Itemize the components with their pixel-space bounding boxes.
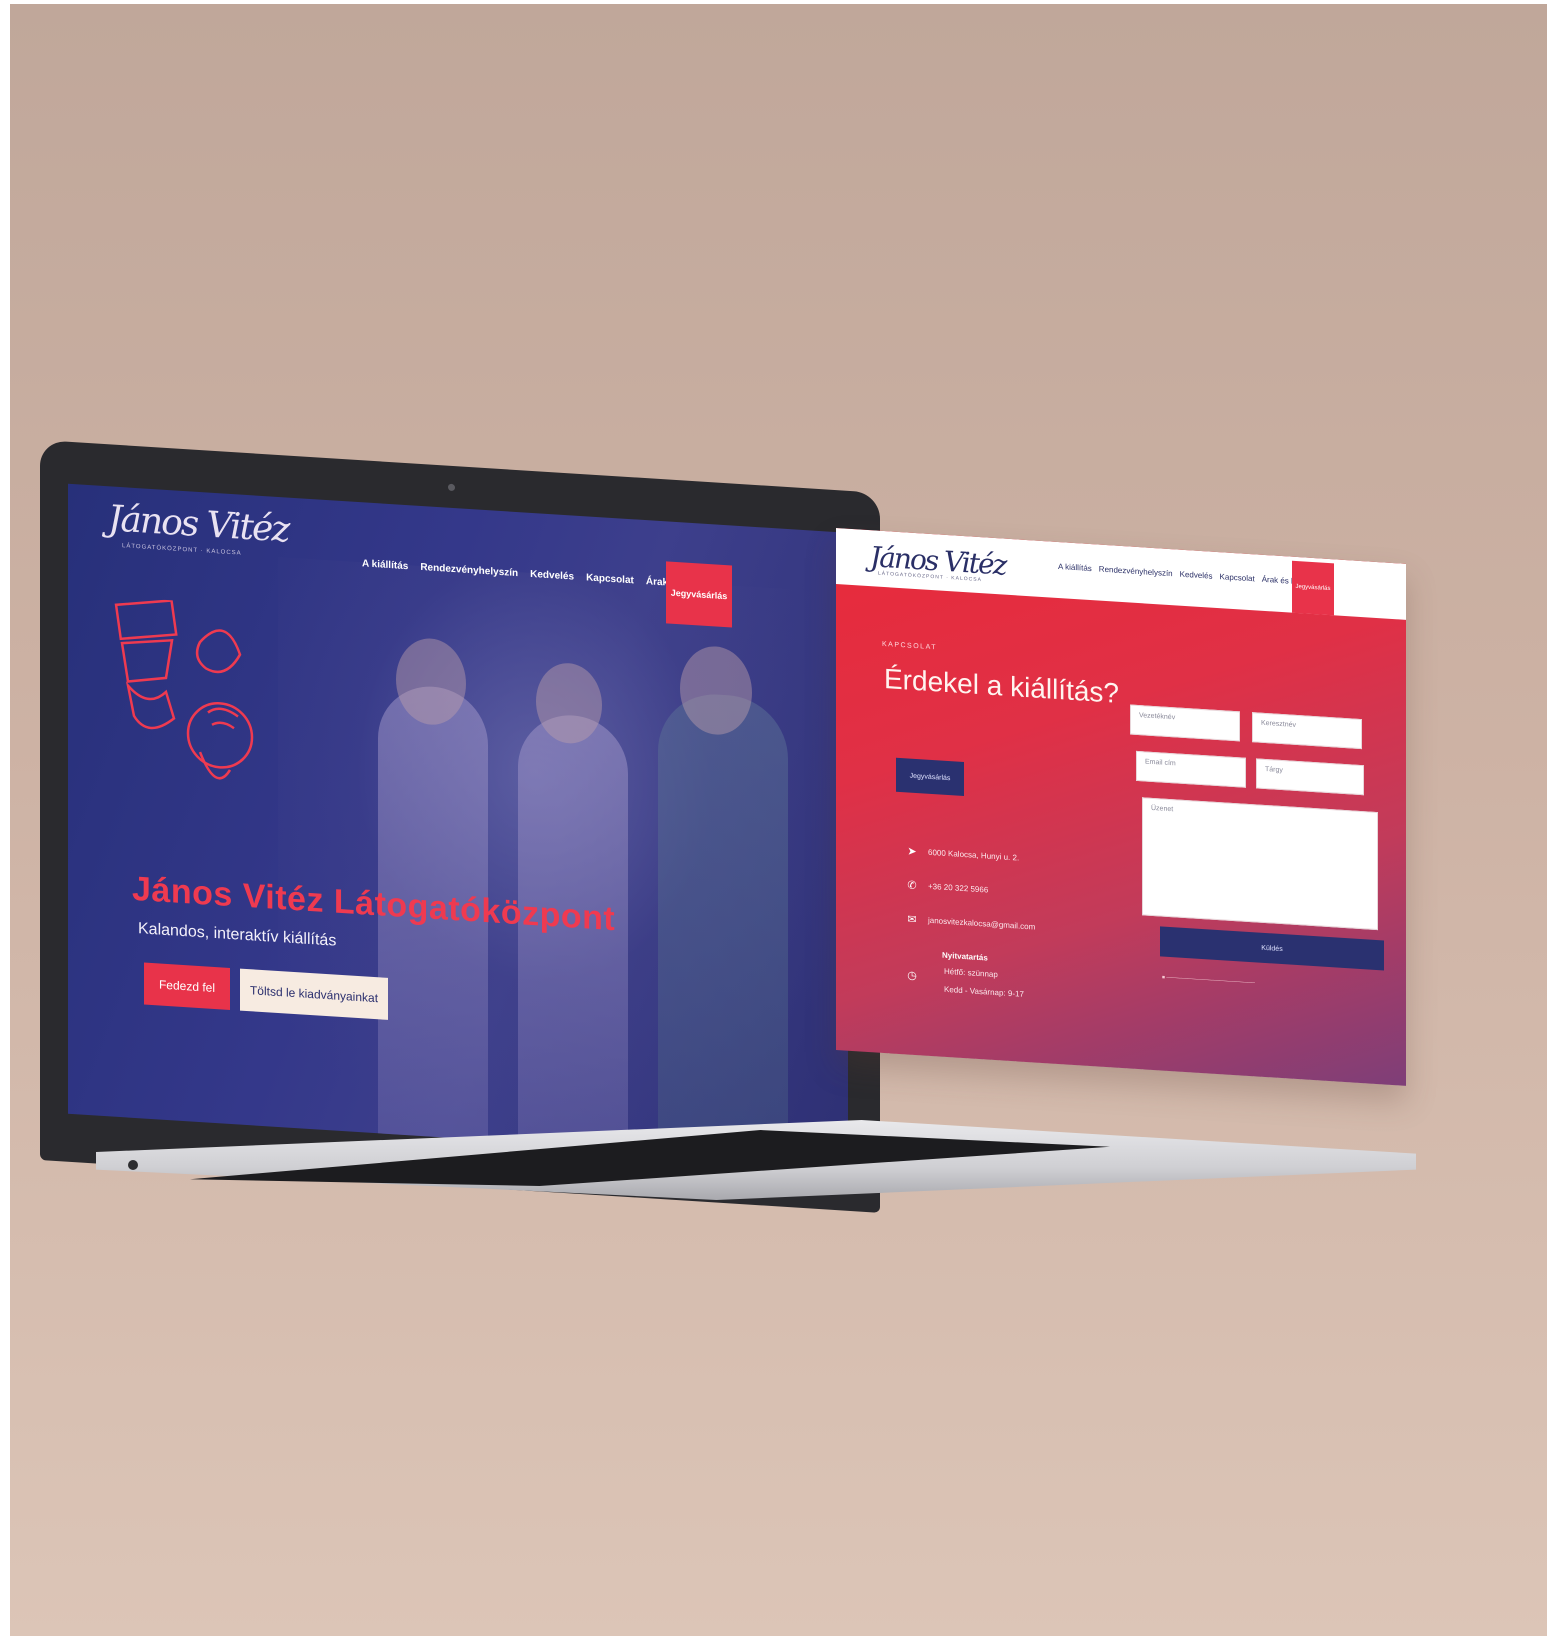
- hours-title: Nyitvatartás: [942, 950, 988, 963]
- main-nav: A kiállítás Rendezvényhelyszín Kedvelés …: [1058, 562, 1324, 588]
- email-icon: ✉: [907, 913, 917, 927]
- hero-illustration: [114, 599, 254, 780]
- laptop-screen: János Vitéz LÁTOGATÓKÖZPONT · KALOCSA A …: [68, 483, 848, 1163]
- first-name-field[interactable]: Keresztnév: [1252, 712, 1362, 750]
- nav-item-contact[interactable]: Kapcsolat: [1220, 572, 1255, 583]
- last-name-field[interactable]: Vezetéknév: [1130, 704, 1240, 742]
- site-logo[interactable]: János Vitéz: [108, 498, 288, 550]
- email-row: ✉ janosvitezkalocsa@gmail.com: [906, 912, 1035, 933]
- ticket-button[interactable]: Jegyvásárlás: [666, 561, 732, 628]
- laptop-lid: János Vitéz LÁTOGATÓKÖZPONT · KALOCSA A …: [40, 440, 880, 1213]
- ticket-cta-button[interactable]: Jegyvásárlás: [896, 757, 964, 797]
- message-field[interactable]: Üzenet: [1142, 797, 1378, 931]
- email-field[interactable]: Email cím: [1136, 750, 1246, 788]
- explore-button[interactable]: Fedezd fel: [144, 962, 230, 1010]
- nav-item-exhibition[interactable]: A kiállítás: [1058, 562, 1092, 573]
- nav-item-likes[interactable]: Kedvelés: [1180, 570, 1213, 581]
- nav-item-venue[interactable]: Rendezvényhelyszín: [1099, 565, 1173, 579]
- hero-photo: [278, 556, 848, 1163]
- contact-page-preview: János Vitéz LÁTOGATÓKÖZPONT · KALOCSA A …: [836, 528, 1406, 1086]
- hours-line: Kedd - Vasárnap: 9-17: [944, 984, 1024, 999]
- location-icon: ➤: [907, 845, 917, 859]
- ticket-button[interactable]: Jegyvásárlás: [1292, 560, 1334, 616]
- address-row: ➤ 6000 Kalocsa, Hunyi u. 2.: [906, 844, 1019, 864]
- subject-field[interactable]: Tárgy: [1256, 758, 1364, 796]
- phone-text[interactable]: +36 20 322 5966: [928, 882, 988, 895]
- email-text[interactable]: janosvitezkalocsa@gmail.com: [928, 916, 1035, 932]
- phone-row: ✆ +36 20 322 5966: [906, 878, 988, 896]
- privacy-checkbox[interactable]: ■ ─────────────────────────: [1162, 975, 1255, 987]
- contact-title: Érdekel a kiállítás?: [884, 663, 1120, 709]
- address-text: 6000 Kalocsa, Hunyi u. 2.: [928, 847, 1020, 863]
- submit-button[interactable]: Küldés: [1160, 926, 1384, 971]
- hours-line: Hétfő: szünnap: [944, 966, 998, 980]
- clock-icon: ◷: [907, 969, 917, 983]
- webcam: [448, 483, 455, 492]
- photo-figure: [658, 690, 788, 1163]
- laptop-port: [128, 1160, 138, 1170]
- section-eyebrow: KAPCSOLAT: [882, 640, 937, 652]
- download-button[interactable]: Töltsd le kiadványainkat: [240, 968, 388, 1020]
- phone-icon: ✆: [907, 879, 917, 893]
- hours-row: ◷: [906, 968, 918, 982]
